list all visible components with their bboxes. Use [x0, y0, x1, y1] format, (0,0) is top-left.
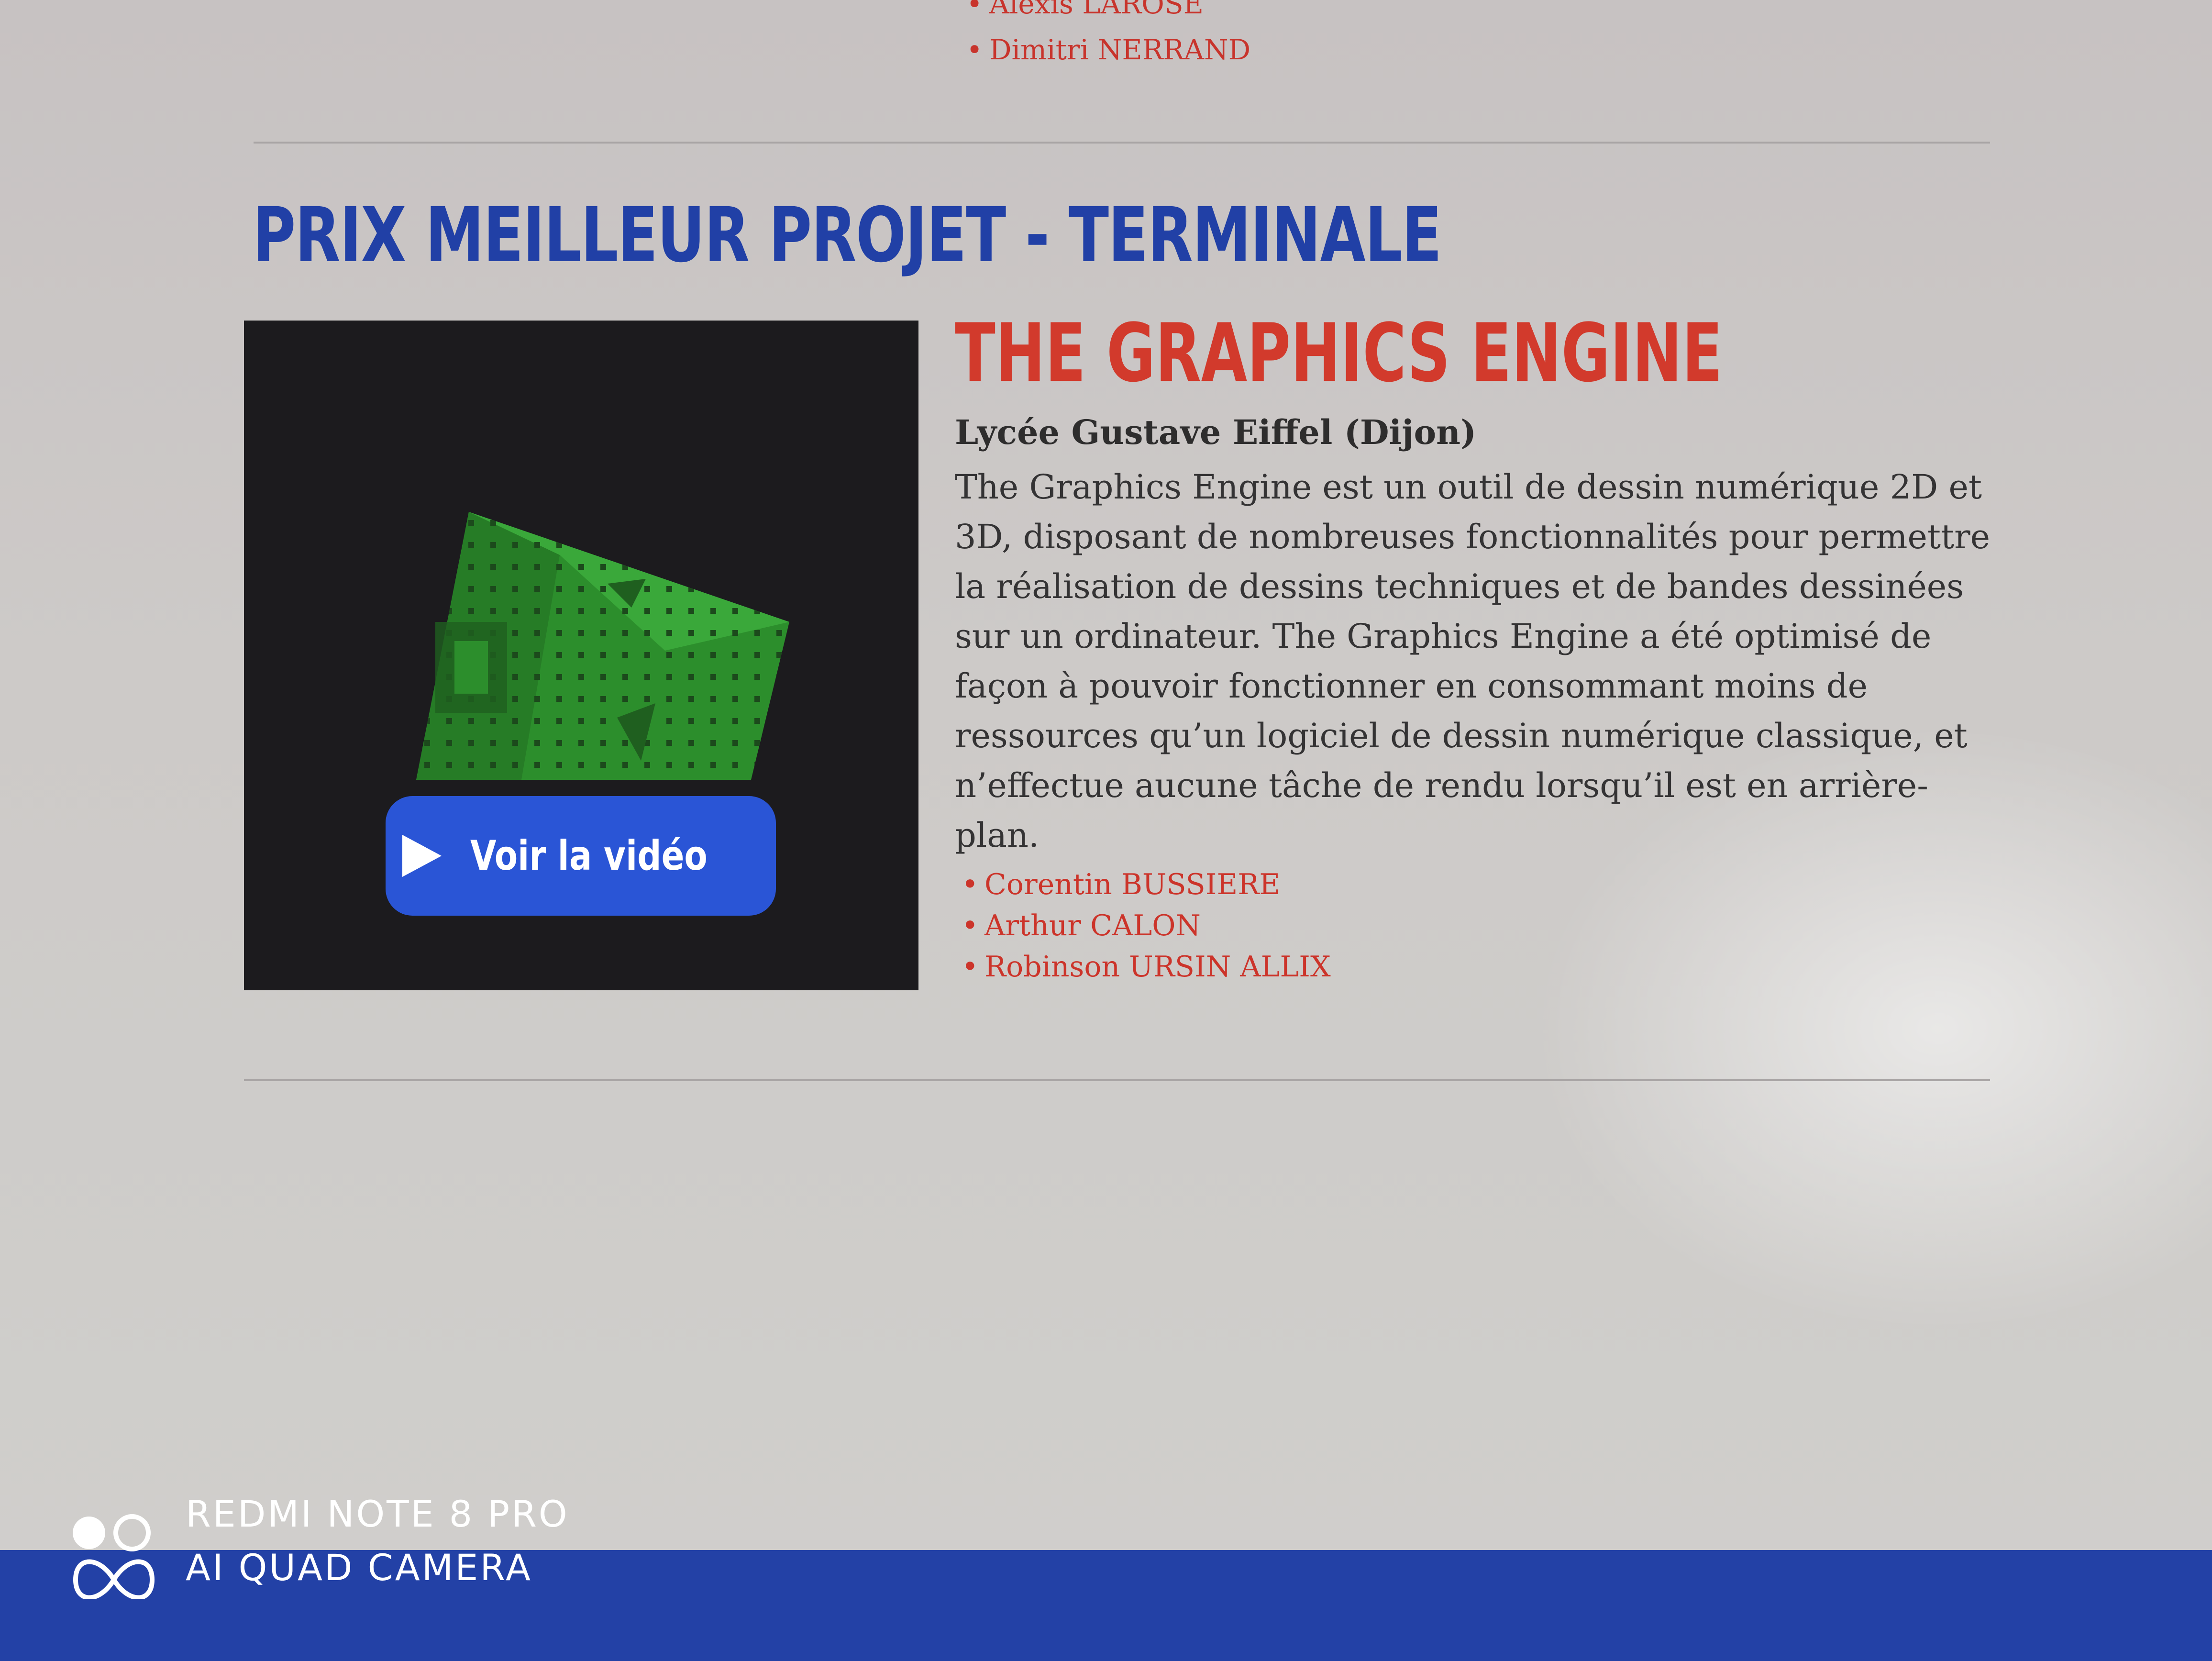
author-item: Corentin BUSSIERE — [962, 864, 1331, 905]
watch-video-label: Voir la vidéo — [470, 832, 708, 880]
section-heading: PRIX MEILLEUR PROJET - TERMINALE — [253, 191, 1442, 279]
author-item: Robinson URSIN ALLIX — [962, 946, 1331, 987]
watermark-line-1: REDMI NOTE 8 PRO — [186, 1493, 569, 1535]
watch-video-button[interactable]: Voir la vidéo — [386, 796, 776, 916]
previous-authors-list: Alexis LAROSE Dimitri NERRAND — [966, 0, 1250, 73]
divider-bottom — [244, 1079, 1990, 1081]
school-name: Lycée Gustave Eiffel (Dijon) — [955, 412, 1477, 452]
camera-watermark: REDMI NOTE 8 PRO AI QUAD CAMERA — [71, 1493, 645, 1607]
camera-logo-icon — [73, 1514, 155, 1599]
project-title: THE GRAPHICS ENGINE — [955, 306, 1723, 400]
play-icon — [402, 835, 442, 877]
divider-top — [254, 142, 1990, 144]
watermark-line-2: AI QUAD CAMERA — [186, 1546, 533, 1589]
author-item: Arthur CALON — [962, 905, 1331, 946]
list-item: Alexis LAROSE — [966, 0, 1250, 27]
project-description: The Graphics Engine est un outil de dess… — [955, 467, 1991, 855]
list-item: Dimitri NERRAND — [966, 27, 1250, 73]
menger-cube-image — [416, 512, 789, 780]
authors-list: Corentin BUSSIERE Arthur CALON Robinson … — [962, 864, 1331, 987]
video-thumbnail[interactable]: Voir la vidéo — [244, 321, 918, 990]
